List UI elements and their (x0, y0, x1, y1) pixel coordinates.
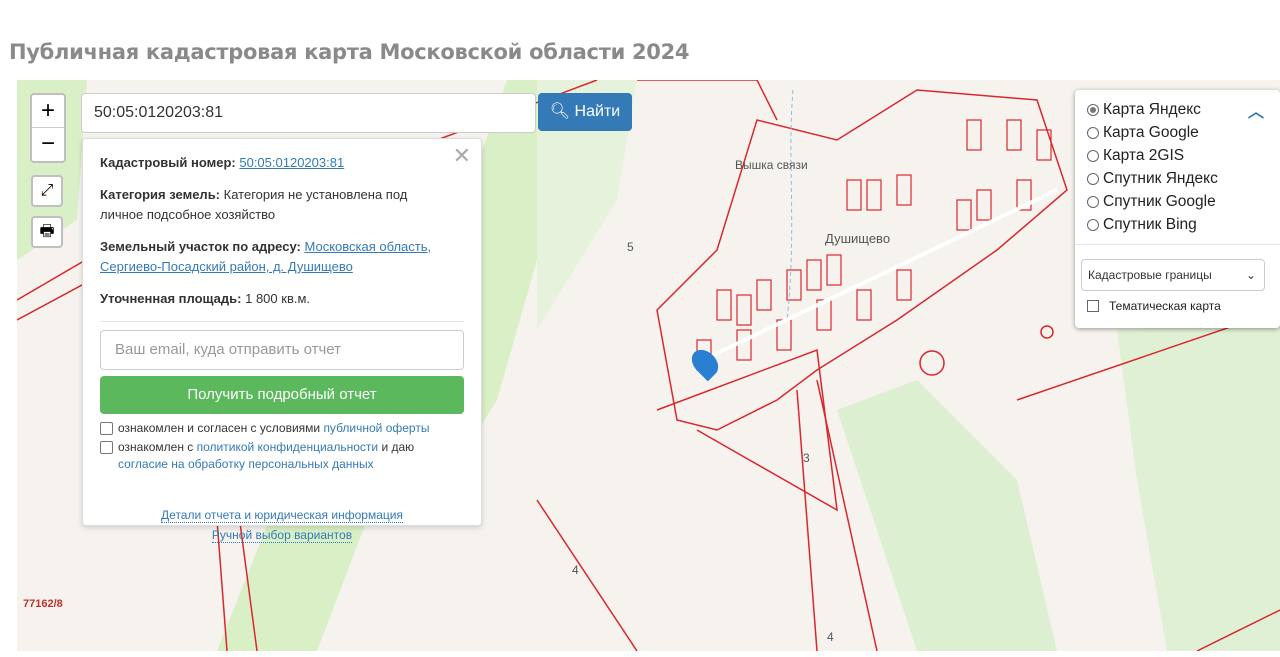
find-label: Найти (574, 103, 621, 120)
privacy-mid-text: и даю (378, 440, 415, 454)
radio-button[interactable] (1087, 195, 1099, 208)
divider (1075, 244, 1280, 245)
close-icon[interactable]: ✕ (453, 143, 471, 169)
manual-select-link[interactable]: Ручной выбор вариантов (211, 528, 353, 543)
privacy-checkbox-row: ознакомлен с политикой конфиденциальност… (100, 439, 464, 473)
layer-option[interactable]: Спутник Яндекс (1087, 167, 1268, 190)
layer-option[interactable]: Спутник Google (1087, 190, 1268, 213)
map-label-3: 3 (803, 451, 810, 465)
divider (100, 321, 464, 322)
layer-option-label: Спутник Google (1103, 192, 1216, 210)
cad-number-link[interactable]: 50:05:0120203:81 (239, 155, 344, 170)
layer-option-label: Спутник Яндекс (1103, 169, 1218, 187)
radio-button[interactable] (1087, 103, 1099, 116)
consent-link[interactable]: согласие на обработку персональных данны… (118, 457, 374, 471)
privacy-link[interactable]: политикой конфиденциальности (197, 440, 378, 454)
offer-text: ознакомлен и согласен с условиями (118, 421, 324, 435)
layer-option[interactable]: Карта Яндекс (1087, 98, 1268, 121)
privacy-checkbox[interactable] (100, 441, 113, 454)
search-input[interactable]: 50:05:0120203:81 (81, 93, 536, 133)
find-button[interactable]: 🔍︎ Найти (538, 93, 632, 131)
layer-option-label: Карта Яндекс (1103, 100, 1201, 118)
layer-option[interactable]: Карта 2GIS (1087, 144, 1268, 167)
chevron-down-icon: ⌄ (1245, 268, 1256, 282)
layer-option[interactable]: Спутник Bing (1087, 213, 1268, 236)
zoom-in-button[interactable]: + (32, 95, 64, 128)
parcel-info-popup: ✕ Кадастровый номер: 50:05:0120203:81 Ка… (82, 138, 482, 543)
map-label-tower: Вышка связи (735, 158, 808, 172)
cad-label: Кадастровый номер: (100, 155, 236, 170)
radio-button[interactable] (1087, 149, 1099, 162)
radio-button[interactable] (1087, 218, 1099, 231)
offer-checkbox-row: ознакомлен и согласен с условиями публич… (100, 420, 464, 437)
chevron-up-icon[interactable]: ︿ (1248, 98, 1264, 122)
get-report-button[interactable]: Получить подробный отчет (100, 376, 464, 414)
layer-option-label: Спутник Bing (1103, 215, 1197, 233)
privacy-text: ознакомлен с (118, 440, 197, 454)
layer-option[interactable]: Карта Google (1087, 121, 1268, 144)
overlay-select[interactable]: Кадастровые границы ⌄ (1081, 259, 1265, 291)
map-label-4b: 4 (827, 630, 834, 644)
email-input[interactable]: Ваш email, куда отправить отчет (100, 330, 464, 370)
details-link[interactable]: Детали отчета и юридическая информация (161, 508, 403, 523)
offer-link[interactable]: публичной оферты (323, 421, 429, 435)
radio-button[interactable] (1087, 172, 1099, 185)
fullscreen-button[interactable]: ⤢ (31, 175, 63, 207)
thematic-checkbox[interactable] (1087, 300, 1099, 312)
radio-button[interactable] (1087, 126, 1099, 139)
map-label-village: Душищево (825, 231, 891, 246)
page-title: Публичная кадастровая карта Московской о… (9, 40, 690, 64)
offer-checkbox[interactable] (100, 422, 113, 435)
address-label: Земельный участок по адресу: (100, 239, 301, 254)
map-label-parcel: 77162/8 (23, 598, 63, 610)
layer-option-label: Карта Google (1103, 123, 1199, 141)
category-label: Категория земель: (100, 187, 221, 202)
search-icon: 🔍︎ (549, 103, 571, 120)
expand-icon: ⤢ (40, 182, 54, 199)
thematic-map-toggle[interactable]: Тематическая карта (1087, 299, 1268, 313)
area-label: Уточненная площадь: (100, 291, 242, 306)
layer-switcher: ︿ Карта Яндекс Карта Google Карта 2GIS Спут… (1075, 90, 1280, 328)
layer-option-label: Карта 2GIS (1103, 146, 1185, 164)
print-button[interactable]: 🖶 (31, 216, 63, 248)
printer-icon: 🖶 (39, 223, 55, 240)
map-label-5: 5 (627, 240, 634, 254)
zoom-control: + − (30, 93, 66, 163)
zoom-out-button[interactable]: − (32, 128, 64, 161)
map-label-4: 4 (572, 563, 579, 577)
overlay-select-value: Кадастровые границы (1088, 268, 1212, 282)
thematic-label: Тематическая карта (1109, 299, 1221, 313)
area-value: 1 800 кв.м. (245, 291, 311, 306)
